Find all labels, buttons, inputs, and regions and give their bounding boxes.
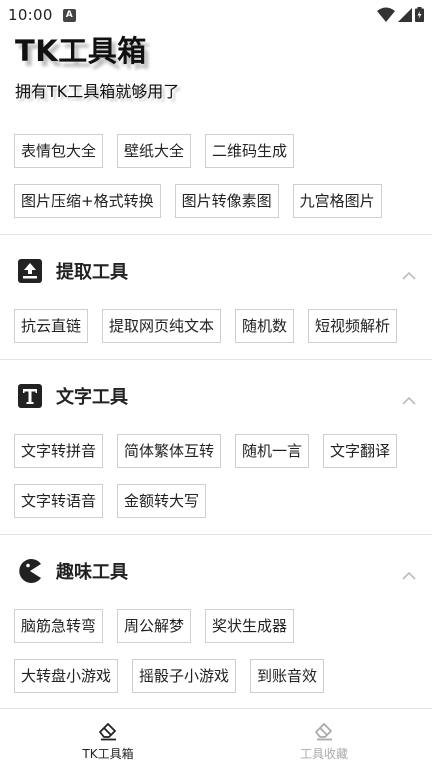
section-header[interactable]: 文字工具 (0, 360, 432, 432)
tool-chip-pinyin[interactable]: 文字转拼音 (14, 434, 104, 468)
tool-chip-dream[interactable]: 周公解梦 (117, 609, 192, 643)
nav-tab-favorites[interactable]: 工具收藏 (216, 709, 432, 769)
section-extract-tools: 提取工具 抗云直链 提取网页纯文本 随机数 短视频解析 (0, 235, 432, 359)
tool-chip-translate[interactable]: 文字翻译 (323, 434, 398, 468)
upload-box-icon (18, 259, 42, 283)
tool-chip-image-compress[interactable]: 图片压缩+格式转换 (14, 184, 161, 218)
tool-chip-nine-grid[interactable]: 九宫格图片 (292, 184, 382, 218)
app-subtitle: 拥有TK工具箱就够用了 (15, 82, 180, 101)
tool-chip-sticker[interactable]: 表情包大全 (14, 134, 104, 168)
section-title: 文字工具 (56, 387, 128, 408)
tool-chip-cloud-link[interactable]: 抗云直链 (14, 309, 89, 343)
tool-chip-random-number[interactable]: 随机数 (235, 309, 295, 343)
eraser-icon (315, 723, 332, 741)
notification-icon: A (62, 8, 76, 22)
wifi-icon (377, 7, 395, 22)
section-header[interactable]: 提取工具 (0, 235, 432, 307)
section-title: 趣味工具 (56, 562, 128, 583)
tool-chip-wheel[interactable]: 大转盘小游戏 (14, 659, 119, 693)
tool-chip-payment-sound[interactable]: 到账音效 (250, 659, 325, 693)
app-header: TK工具箱 拥有TK工具箱就够用了 (15, 28, 179, 102)
pacman-icon (18, 559, 42, 583)
tool-chip-qrcode[interactable]: 二维码生成 (205, 134, 295, 168)
chevron-up-icon[interactable] (402, 565, 416, 584)
tool-list[interactable]: 表情包大全 壁纸大全 二维码生成 图片压缩+格式转换 图片转像素图 九宫格图片 … (0, 120, 432, 708)
status-time: 10:00 (8, 6, 53, 24)
tool-chip-random-quote[interactable]: 随机一言 (235, 434, 310, 468)
signal-icon (398, 7, 412, 22)
top-tools-group: 表情包大全 壁纸大全 二维码生成 图片压缩+格式转换 图片转像素图 九宫格图片 (0, 120, 432, 234)
nav-label: 工具收藏 (299, 747, 348, 761)
chevron-up-icon[interactable] (402, 390, 416, 409)
app-title: TK工具箱 (15, 34, 147, 68)
tool-chip-web-text[interactable]: 提取网页纯文本 (102, 309, 222, 343)
nav-label: TK工具箱 (82, 747, 134, 761)
tool-chip-video-parse[interactable]: 短视频解析 (308, 309, 398, 343)
section-title: 提取工具 (56, 262, 128, 283)
section-text-tools: 文字工具 文字转拼音 简体繁体互转 随机一言 文字翻译 文字转语音 金额转大写 (0, 360, 432, 534)
bottom-nav: TK工具箱 工具收藏 (0, 708, 432, 769)
status-bar: 10:00 A (0, 0, 432, 30)
tool-chip-certificate[interactable]: 奖状生成器 (205, 609, 295, 643)
tool-chip-tts[interactable]: 文字转语音 (14, 484, 104, 518)
tool-chip-pixel-art[interactable]: 图片转像素图 (174, 184, 279, 218)
chevron-up-icon[interactable] (402, 265, 416, 284)
tool-chip-wallpaper[interactable]: 壁纸大全 (117, 134, 192, 168)
nav-tab-toolbox[interactable]: TK工具箱 (0, 709, 216, 769)
tool-chip-riddle[interactable]: 脑筋急转弯 (14, 609, 104, 643)
section-fun-tools: 趣味工具 脑筋急转弯 周公解梦 奖状生成器 大转盘小游戏 摇骰子小游戏 到账音效 (0, 535, 432, 708)
status-icons (377, 7, 424, 22)
eraser-icon (99, 723, 116, 741)
section-header[interactable]: 趣味工具 (0, 535, 432, 607)
battery-icon (415, 7, 424, 22)
text-box-icon (18, 384, 42, 408)
tool-chip-simp-trad[interactable]: 简体繁体互转 (117, 434, 222, 468)
tool-chip-dice[interactable]: 摇骰子小游戏 (132, 659, 237, 693)
tool-chip-amount-upper[interactable]: 金额转大写 (117, 484, 207, 518)
